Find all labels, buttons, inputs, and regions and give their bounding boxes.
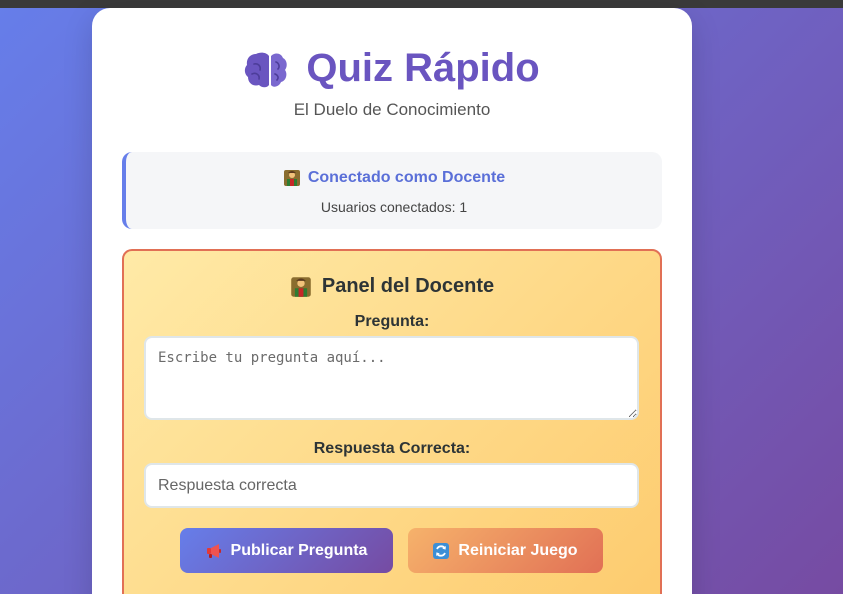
correct-answer-input[interactable] (144, 463, 639, 508)
correct-answer-label: Respuesta Correcta: (313, 440, 471, 457)
teacher-panel-title: Panel del Docente (321, 275, 495, 297)
question-label: Pregunta: (354, 313, 430, 330)
megaphone-icon (206, 543, 221, 558)
question-input[interactable] (144, 336, 639, 420)
connection-status: Conectado como Docente (126, 169, 662, 187)
publish-question-button[interactable]: Publicar Pregunta (180, 528, 393, 573)
teacher-panel: Panel del Docente Pregunta: Respuesta Co… (122, 249, 662, 594)
main-card: Quiz Rápido El Duelo de Conocimiento Con… (92, 8, 692, 594)
teacher-icon (291, 276, 311, 297)
reset-game-button[interactable]: Reiniciar Juego (408, 528, 603, 573)
connected-as-label: Conectado como Docente (307, 169, 506, 186)
users-connected-count: Usuarios conectados: 1 (320, 199, 468, 215)
teacher-panel-header: Panel del Docente (124, 275, 660, 298)
browser-top-bar (0, 0, 843, 8)
page-subtitle: El Duelo de Conocimiento (293, 100, 491, 119)
connection-status-box: Conectado como Docente Usuarios conectad… (122, 152, 662, 229)
refresh-icon (433, 542, 450, 559)
page-title: Quiz Rápido (306, 46, 540, 90)
publish-question-label: Publicar Pregunta (230, 541, 368, 559)
header: Quiz Rápido (92, 46, 692, 91)
teacher-icon (283, 170, 300, 186)
brain-icon (245, 52, 288, 87)
reset-game-label: Reiniciar Juego (458, 541, 578, 559)
